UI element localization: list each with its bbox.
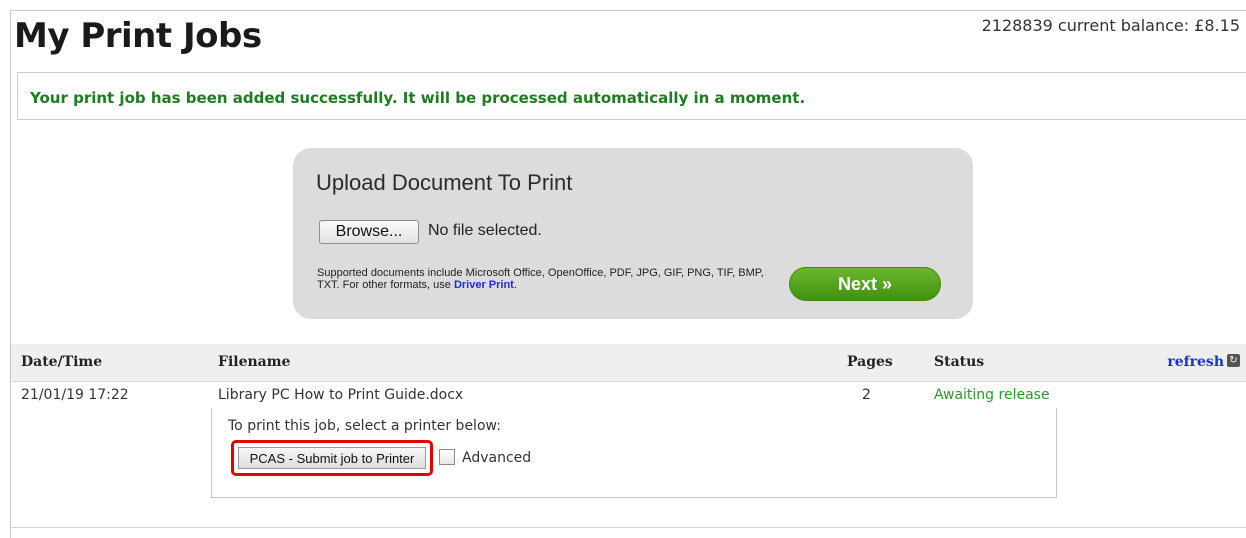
success-notice: Your print job has been added successful… (17, 72, 1246, 120)
column-header-status: Status (934, 354, 985, 370)
supported-formats-text: Supported documents include Microsoft Of… (317, 267, 787, 291)
advanced-checkbox[interactable] (439, 449, 455, 465)
success-message: Your print job has been added successful… (30, 89, 806, 107)
advanced-label[interactable]: Advanced (462, 450, 531, 466)
account-balance: 2128839 current balance: £8.15 (981, 16, 1240, 35)
print-options-panel: To print this job, select a printer belo… (211, 408, 1057, 498)
supported-formats-suffix: . (513, 279, 517, 291)
job-pages: 2 (862, 387, 871, 403)
supported-formats-label: Supported documents include Microsoft Of… (317, 267, 764, 291)
submit-to-printer-button[interactable]: PCAS - Submit job to Printer (238, 447, 426, 469)
column-header-filename: Filename (218, 354, 291, 370)
driver-print-link[interactable]: Driver Print (454, 279, 514, 291)
file-status: No file selected. (428, 222, 542, 239)
job-status: Awaiting release (934, 387, 1050, 403)
left-divider (10, 10, 11, 538)
column-header-pages: Pages (847, 354, 893, 370)
top-divider (10, 10, 1246, 11)
job-filename: Library PC How to Print Guide.docx (218, 387, 464, 403)
next-button[interactable]: Next » (789, 267, 941, 301)
refresh-icon[interactable]: ↻ (1227, 354, 1240, 367)
jobs-table-header: Date/Time Filename Pages Status refresh … (11, 344, 1246, 382)
highlight-box: PCAS - Submit job to Printer (231, 440, 433, 476)
bottom-divider (11, 527, 1246, 528)
upload-title: Upload Document To Print (316, 170, 573, 195)
column-header-datetime: Date/Time (21, 354, 103, 370)
browse-button[interactable]: Browse... (319, 220, 419, 244)
job-datetime: 21/01/19 17:22 (21, 387, 129, 403)
upload-panel: Upload Document To Print Browse... No fi… (293, 148, 973, 319)
print-instruction: To print this job, select a printer belo… (228, 418, 501, 434)
page-title: My Print Jobs (14, 16, 262, 56)
refresh-link[interactable]: refresh (1167, 354, 1224, 370)
